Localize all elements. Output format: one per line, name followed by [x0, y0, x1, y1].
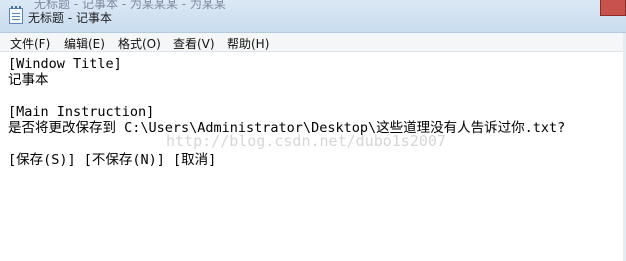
title-bar: 无标题 - 记事本 - 为某某某 - 为某某 无标题 - 记事本 [0, 0, 626, 33]
close-button[interactable] [600, 0, 626, 16]
notepad-icon [9, 6, 23, 24]
menu-file[interactable]: 文件(F) [10, 35, 50, 52]
text-line-4: [Main Instruction] [8, 104, 155, 120]
text-line-7: [保存(S)] [不保存(N)] [取消] [8, 152, 217, 168]
text-line-2: 记事本 [8, 72, 49, 88]
text-line-1: [Window Title] [8, 56, 122, 72]
menu-view[interactable]: 查看(V) [173, 35, 215, 52]
window-title: 无标题 - 记事本 [28, 11, 112, 25]
menu-format[interactable]: 格式(O) [118, 35, 161, 52]
menu-bar: 文件(F) 编辑(E) 格式(O) 查看(V) 帮助(H) [0, 33, 626, 52]
text-editor-area[interactable]: http://blog.csdn.net/dubo1s2007 [Window … [0, 52, 626, 261]
menu-edit[interactable]: 编辑(E) [64, 35, 105, 52]
menu-help[interactable]: 帮助(H) [227, 35, 269, 52]
text-line-5: 是否将更改保存到 C:\Users\Administrator\Desktop\… [8, 120, 566, 136]
